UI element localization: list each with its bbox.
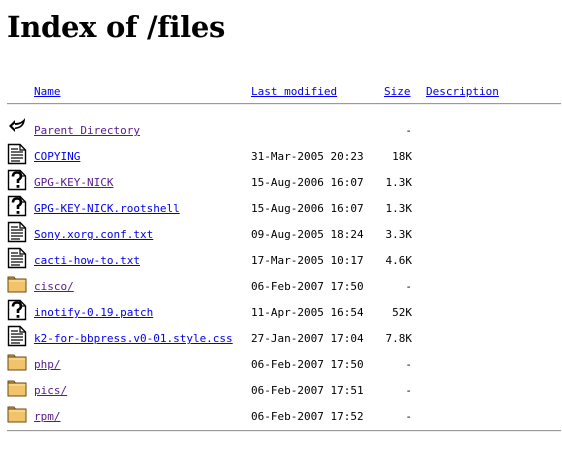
sort-by-description-link[interactable]: Description: [426, 85, 499, 98]
last-modified: 06-Feb-2007 17:51: [251, 384, 364, 397]
folder-icon: [7, 403, 27, 425]
file-link[interactable]: pics/: [34, 384, 67, 397]
file-size: -: [405, 384, 412, 397]
file-size: 1.3K: [385, 202, 413, 215]
file-link[interactable]: k2-for-bbpress.v0-01.style.css: [34, 332, 233, 345]
file-size: 4.6K: [385, 254, 413, 267]
folder-icon: [7, 273, 27, 295]
last-modified: 15-Aug-2006 16:07: [251, 176, 364, 189]
table-row: rpm/06-Feb-2007 17:52 -: [0, 403, 562, 429]
table-row: cisco/06-Feb-2007 17:50 -: [0, 273, 562, 299]
file-link[interactable]: GPG-KEY-NICK.rootshell: [34, 202, 180, 215]
text-file-icon: [7, 221, 27, 243]
file-link[interactable]: rpm/: [34, 410, 61, 423]
file-link[interactable]: COPYING: [34, 150, 80, 163]
last-modified: 06-Feb-2007 17:52: [251, 410, 364, 423]
last-modified: 15-Aug-2006 16:07: [251, 202, 364, 215]
table-row: k2-for-bbpress.v0-01.style.css 27-Jan-200…: [0, 325, 562, 351]
unknown-file-icon: [7, 169, 27, 191]
file-link[interactable]: php/: [34, 358, 61, 371]
table-row: pics/06-Feb-2007 17:51 -: [0, 377, 562, 403]
file-size: 3.3K: [385, 228, 413, 241]
file-link[interactable]: GPG-KEY-NICK: [34, 176, 113, 189]
table-row: GPG-KEY-NICK.rootshell 15-Aug-2006 16:07 1…: [0, 195, 562, 221]
page-title: Index of /files: [7, 10, 226, 44]
back-icon: [7, 114, 27, 136]
parent-directory-link[interactable]: Parent Directory: [34, 124, 140, 137]
text-file-icon: [7, 143, 27, 165]
file-size: -: [405, 280, 412, 293]
folder-icon: [7, 351, 27, 373]
file-size: 1.3K: [385, 176, 413, 189]
text-file-icon: [7, 325, 27, 347]
last-modified: 17-Mar-2005 10:17: [251, 254, 364, 267]
table-row: COPYING 31-Mar-2005 20:23 18K: [0, 143, 562, 169]
last-modified: 27-Jan-2007 17:04: [251, 332, 364, 345]
file-size: -: [405, 358, 412, 371]
table-row: php/06-Feb-2007 17:50 -: [0, 351, 562, 377]
table-row: cacti-how-to.txt 17-Mar-2005 10:17 4.6K: [0, 247, 562, 273]
last-modified: 06-Feb-2007 17:50: [251, 280, 364, 293]
last-modified: 06-Feb-2007 17:50: [251, 358, 364, 371]
last-modified: 31-Mar-2005 20:23: [251, 150, 364, 163]
folder-icon: [7, 377, 27, 399]
file-link[interactable]: Sony.xorg.conf.txt: [34, 228, 153, 241]
file-link[interactable]: inotify-0.19.patch: [34, 306, 153, 319]
sort-by-name-link[interactable]: Name: [34, 85, 61, 98]
text-file-icon: [7, 247, 27, 269]
file-size: 7.8K: [385, 332, 413, 345]
table-row: GPG-KEY-NICK 15-Aug-2006 16:07 1.3K: [0, 169, 562, 195]
table-row: inotify-0.19.patch 11-Apr-2005 16:54 52K: [0, 299, 562, 325]
parent-directory-row: Parent Directory -: [0, 117, 562, 143]
sort-by-size-link[interactable]: Size: [384, 85, 411, 98]
file-size: 18K: [392, 150, 412, 163]
unknown-file-icon: [7, 299, 27, 321]
table-row: Sony.xorg.conf.txt 09-Aug-2005 18:24 3.3K: [0, 221, 562, 247]
file-link[interactable]: cisco/: [34, 280, 74, 293]
sort-by-last-modified-link[interactable]: Last modified: [251, 85, 337, 98]
footer-divider: [7, 430, 561, 432]
file-size: -: [405, 410, 412, 423]
last-modified: 09-Aug-2005 18:24: [251, 228, 364, 241]
file-link[interactable]: cacti-how-to.txt: [34, 254, 140, 267]
file-size: 52K: [392, 306, 412, 319]
last-modified: 11-Apr-2005 16:54: [251, 306, 364, 319]
file-size: -: [405, 124, 412, 137]
header-divider: [7, 103, 561, 105]
unknown-file-icon: [7, 195, 27, 217]
